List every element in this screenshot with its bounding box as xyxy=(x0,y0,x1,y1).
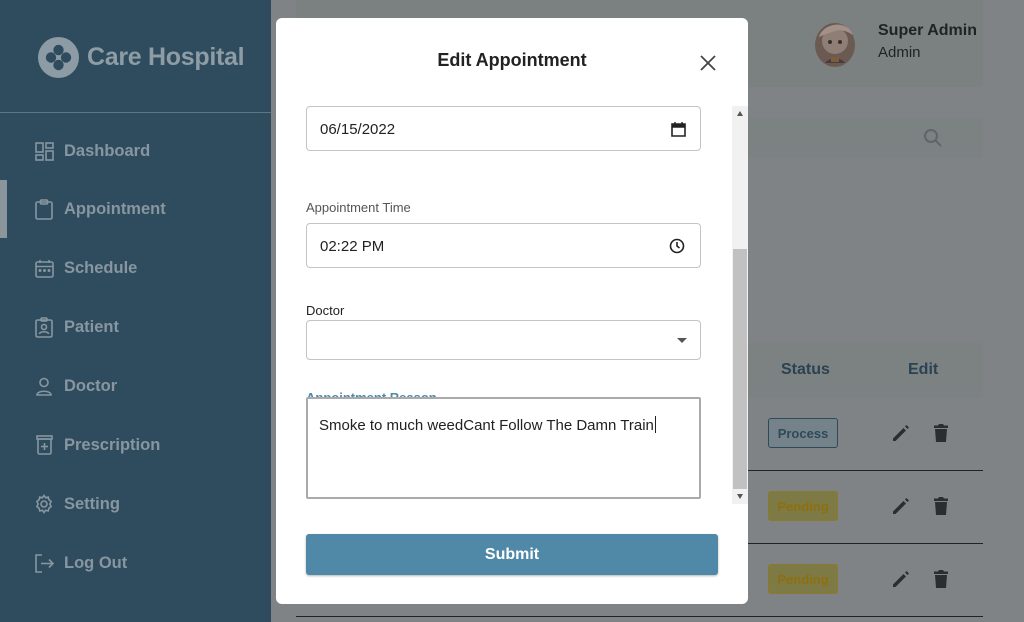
brand[interactable]: Care Hospital xyxy=(38,35,245,79)
edit-icon[interactable] xyxy=(891,569,911,594)
calendar-icon xyxy=(34,258,54,278)
status-badge: Pending xyxy=(768,564,838,594)
prescription-icon xyxy=(34,435,54,455)
edit-icon[interactable] xyxy=(891,496,911,521)
time-value: 02:22 PM xyxy=(320,238,385,255)
appointment-reason-textarea[interactable]: Smoke to much weedCant Follow The Damn T… xyxy=(306,397,701,499)
gear-icon xyxy=(34,494,54,514)
sidebar-item-label: Doctor xyxy=(64,376,118,395)
sidebar-item-prescription[interactable]: Prescription xyxy=(0,416,271,474)
sidebar-divider xyxy=(0,112,271,113)
sidebar-item-label: Setting xyxy=(64,494,120,513)
scroll-thumb[interactable] xyxy=(733,249,747,489)
clipboard-icon xyxy=(34,198,54,220)
hospital-logo-icon xyxy=(38,36,79,78)
column-header-edit: Edit xyxy=(908,361,939,378)
delete-icon[interactable] xyxy=(933,423,949,448)
user-role: Admin xyxy=(878,44,921,61)
sidebar-item-patient[interactable]: Patient xyxy=(0,298,271,356)
sidebar-item-label: Appointment xyxy=(64,199,166,218)
chevron-down-icon[interactable] xyxy=(677,338,687,343)
dashboard-icon xyxy=(34,141,54,161)
submit-button[interactable]: Submit xyxy=(306,534,718,575)
modal-title: Edit Appointment xyxy=(437,50,587,70)
user-name: Super Admin xyxy=(878,22,977,39)
appointment-time-label: Appointment Time xyxy=(306,200,411,215)
edit-appointment-modal: Edit Appointment 06/15/2022 Appointment … xyxy=(276,18,748,604)
sidebar-item-setting[interactable]: Setting xyxy=(0,475,271,533)
status-badge: Pending xyxy=(768,491,838,521)
date-value: 06/15/2022 xyxy=(320,121,396,138)
status-badge: Process xyxy=(768,418,838,448)
appointment-date-input[interactable]: 06/15/2022 xyxy=(306,106,701,151)
doctor-label: Doctor xyxy=(306,303,345,318)
close-icon[interactable] xyxy=(696,51,720,75)
calendar-icon[interactable] xyxy=(671,121,686,142)
person-icon xyxy=(34,376,54,396)
brand-name: Care Hospital xyxy=(87,42,245,71)
sidebar-item-label: Log Out xyxy=(64,553,128,572)
sidebar-item-dashboard[interactable]: Dashboard xyxy=(0,122,271,180)
modal-scrollbar[interactable] xyxy=(732,106,748,504)
delete-icon[interactable] xyxy=(933,496,949,521)
sidebar-item-logout[interactable]: Log Out xyxy=(0,534,271,592)
scroll-up-arrow[interactable] xyxy=(737,111,743,116)
scroll-down-arrow[interactable] xyxy=(737,494,743,499)
search-icon[interactable] xyxy=(923,128,943,153)
doctor-select[interactable] xyxy=(306,320,701,360)
sidebar-item-label: Schedule xyxy=(64,258,138,277)
patient-badge-icon xyxy=(34,316,54,338)
sidebar: Care Hospital Dashboard Appointment Sche… xyxy=(0,0,271,622)
sidebar-item-label: Dashboard xyxy=(64,141,151,160)
sidebar-item-label: Patient xyxy=(64,317,120,336)
column-header-status: Status xyxy=(781,361,830,378)
edit-icon[interactable] xyxy=(891,423,911,448)
clock-icon[interactable] xyxy=(669,238,685,259)
appointment-time-input[interactable]: 02:22 PM xyxy=(306,223,701,268)
delete-icon[interactable] xyxy=(933,569,949,594)
logout-icon xyxy=(34,553,54,573)
sidebar-item-doctor[interactable]: Doctor xyxy=(0,357,271,415)
sidebar-item-label: Prescription xyxy=(64,435,161,454)
sidebar-item-schedule[interactable]: Schedule xyxy=(0,239,271,297)
modal-form: 06/15/2022 Appointment Time 02:22 PM Doc… xyxy=(306,106,744,504)
avatar[interactable] xyxy=(811,15,859,69)
sidebar-item-appointment[interactable]: Appointment xyxy=(0,180,271,238)
reason-value: Smoke to much weedCant Follow The Damn T… xyxy=(319,416,656,434)
